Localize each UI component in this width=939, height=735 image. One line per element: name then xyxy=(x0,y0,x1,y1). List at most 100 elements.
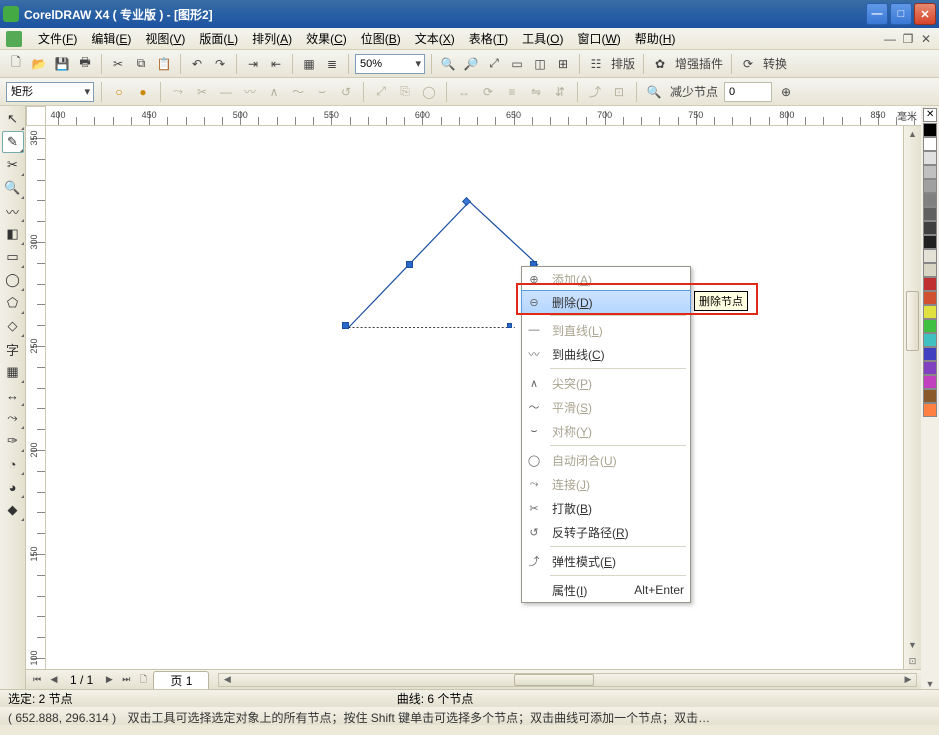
reflect-h-button[interactable]: ⇋ xyxy=(526,82,546,102)
delete-node-button[interactable]: ● xyxy=(133,82,153,102)
align-button[interactable]: ≡ xyxy=(502,82,522,102)
freehand-tool[interactable]: 〰 xyxy=(2,200,24,222)
rotate-button[interactable]: ⟳ xyxy=(478,82,498,102)
smooth-button[interactable]: 〜 xyxy=(288,82,308,102)
cusp-button[interactable]: ∧ xyxy=(264,82,284,102)
elastic-button[interactable]: ⤴ xyxy=(585,82,605,102)
vertical-scrollbar[interactable]: ▲ ▼ ⊡ xyxy=(903,126,921,669)
color-swatch[interactable] xyxy=(923,165,937,179)
canvas[interactable]: ⊕添加(A)⊖删除(D)―到直线(L)〰到曲线(C)∧尖突(P)〜平滑(S)⌣对… xyxy=(46,126,903,669)
join-nodes-button[interactable]: ⤳ xyxy=(168,82,188,102)
extract-button[interactable]: ⎘ xyxy=(395,82,415,102)
horizontal-scrollbar[interactable]: ◀ ▶ xyxy=(218,673,917,687)
color-swatch[interactable] xyxy=(923,123,937,137)
menu-效果[interactable]: 效果(C) xyxy=(300,28,353,49)
menu-帮助[interactable]: 帮助(H) xyxy=(629,28,682,49)
menu-文件[interactable]: 文件(F) xyxy=(32,28,83,49)
zoom-page-button[interactable]: ▭ xyxy=(507,54,527,74)
scroll-down-button[interactable]: ▼ xyxy=(904,637,921,653)
new-button[interactable]: 🗋 xyxy=(6,54,26,74)
dimension-tool[interactable]: ↔ xyxy=(2,384,24,406)
color-swatch[interactable] xyxy=(923,291,937,305)
color-swatch[interactable] xyxy=(923,207,937,221)
spinner-button[interactable]: ⊕ xyxy=(776,82,796,102)
last-page-button[interactable]: ⏭ xyxy=(119,673,133,687)
color-swatch[interactable] xyxy=(923,389,937,403)
path-node[interactable] xyxy=(507,323,512,328)
color-swatch[interactable] xyxy=(923,263,937,277)
path-node[interactable] xyxy=(342,322,349,329)
eyedropper-tool[interactable]: ✑ xyxy=(2,430,24,452)
copy-button[interactable]: ⧉ xyxy=(131,54,151,74)
zoom-select[interactable]: 50% xyxy=(355,54,425,74)
ctx-删除[interactable]: ⊖删除(D) xyxy=(521,290,691,314)
polygon-tool[interactable]: ⬠ xyxy=(2,292,24,314)
color-swatch[interactable] xyxy=(923,151,937,165)
pick-tool[interactable]: ↖ xyxy=(2,108,24,130)
nav-button[interactable]: ⊡ xyxy=(904,653,921,669)
close-button[interactable]: ✕ xyxy=(914,3,936,25)
color-swatch[interactable] xyxy=(923,249,937,263)
prev-page-button[interactable]: ◀ xyxy=(47,673,61,687)
ctx-打散[interactable]: ✂打散(B) xyxy=(522,496,690,520)
select-all-button[interactable]: ⊡ xyxy=(609,82,629,102)
to-line-button[interactable]: ― xyxy=(216,82,236,102)
ellipse-tool[interactable]: ◯ xyxy=(2,269,24,291)
add-page-button[interactable]: 🗋 xyxy=(136,673,150,687)
welcome-button[interactable]: ≣ xyxy=(322,54,342,74)
connector-tool[interactable]: ⤳ xyxy=(2,407,24,429)
save-button[interactable]: 💾 xyxy=(52,54,72,74)
menu-版面[interactable]: 版面(L) xyxy=(193,28,244,49)
extend-button[interactable]: ⤢ xyxy=(371,82,391,102)
export-button[interactable]: ⇤ xyxy=(266,54,286,74)
no-color-swatch[interactable] xyxy=(923,108,937,122)
ctx-反转子路径[interactable]: ↺反转子路径(R) xyxy=(522,520,690,544)
zoom-out-button[interactable]: 🔎 xyxy=(461,54,481,74)
interactive-fill-tool[interactable]: ◆ xyxy=(2,499,24,521)
color-swatch[interactable] xyxy=(923,305,937,319)
options-button[interactable]: ✿ xyxy=(650,54,670,74)
maximize-button[interactable]: □ xyxy=(890,3,912,25)
smart-fill-tool[interactable]: ◧ xyxy=(2,223,24,245)
text-tool[interactable]: 字 xyxy=(2,338,24,360)
shape-tool[interactable]: ✎ xyxy=(2,131,24,153)
undo-button[interactable]: ↶ xyxy=(187,54,207,74)
zoom-sel-button[interactable]: ◫ xyxy=(530,54,550,74)
basic-shapes-tool[interactable]: ◇ xyxy=(2,315,24,337)
color-swatch[interactable] xyxy=(923,361,937,375)
color-swatch[interactable] xyxy=(923,347,937,361)
color-swatch[interactable] xyxy=(923,221,937,235)
color-swatch[interactable] xyxy=(923,403,937,417)
zoom-tool[interactable]: 🔍 xyxy=(2,177,24,199)
outline-tool[interactable]: ◔ xyxy=(2,453,24,475)
hscroll-thumb[interactable] xyxy=(514,674,594,686)
vscroll-thumb[interactable] xyxy=(906,291,919,351)
zoom-in-button[interactable]: 🔍 xyxy=(438,54,458,74)
reduce-icon[interactable]: 🔍 xyxy=(644,82,664,102)
ctx-到曲线[interactable]: 〰到曲线(C) xyxy=(522,342,690,366)
color-swatch[interactable] xyxy=(923,235,937,249)
fill-tool[interactable]: ◕ xyxy=(2,476,24,498)
next-page-button[interactable]: ▶ xyxy=(102,673,116,687)
print-button[interactable]: 🖶 xyxy=(75,54,95,74)
menu-文本[interactable]: 文本(X) xyxy=(409,28,461,49)
color-swatch[interactable] xyxy=(923,375,937,389)
color-swatch[interactable] xyxy=(923,277,937,291)
palette-scroll-down[interactable]: ▼ xyxy=(926,679,935,689)
color-swatch[interactable] xyxy=(923,179,937,193)
menu-排列[interactable]: 排列(A) xyxy=(246,28,298,49)
convert-button[interactable]: ⟳ xyxy=(738,54,758,74)
import-button[interactable]: ⇥ xyxy=(243,54,263,74)
ctx-弹性模式[interactable]: ⤴弹性模式(E) xyxy=(522,549,690,573)
cut-button[interactable]: ✂ xyxy=(108,54,128,74)
menu-表格[interactable]: 表格(T) xyxy=(463,28,514,49)
menu-工具[interactable]: 工具(O) xyxy=(516,28,569,49)
ruler-vertical[interactable]: 350300250200150100 xyxy=(26,126,46,669)
scroll-left-button[interactable]: ◀ xyxy=(219,674,235,686)
scroll-right-button[interactable]: ▶ xyxy=(900,674,916,686)
rectangle-tool[interactable]: ▭ xyxy=(2,246,24,268)
convert-label[interactable]: 转换 xyxy=(761,55,789,72)
menu-窗口[interactable]: 窗口(W) xyxy=(571,28,626,49)
layout-label[interactable]: 排版 xyxy=(609,55,637,72)
ctx-属性[interactable]: 属性(I)Alt+Enter xyxy=(522,578,690,602)
